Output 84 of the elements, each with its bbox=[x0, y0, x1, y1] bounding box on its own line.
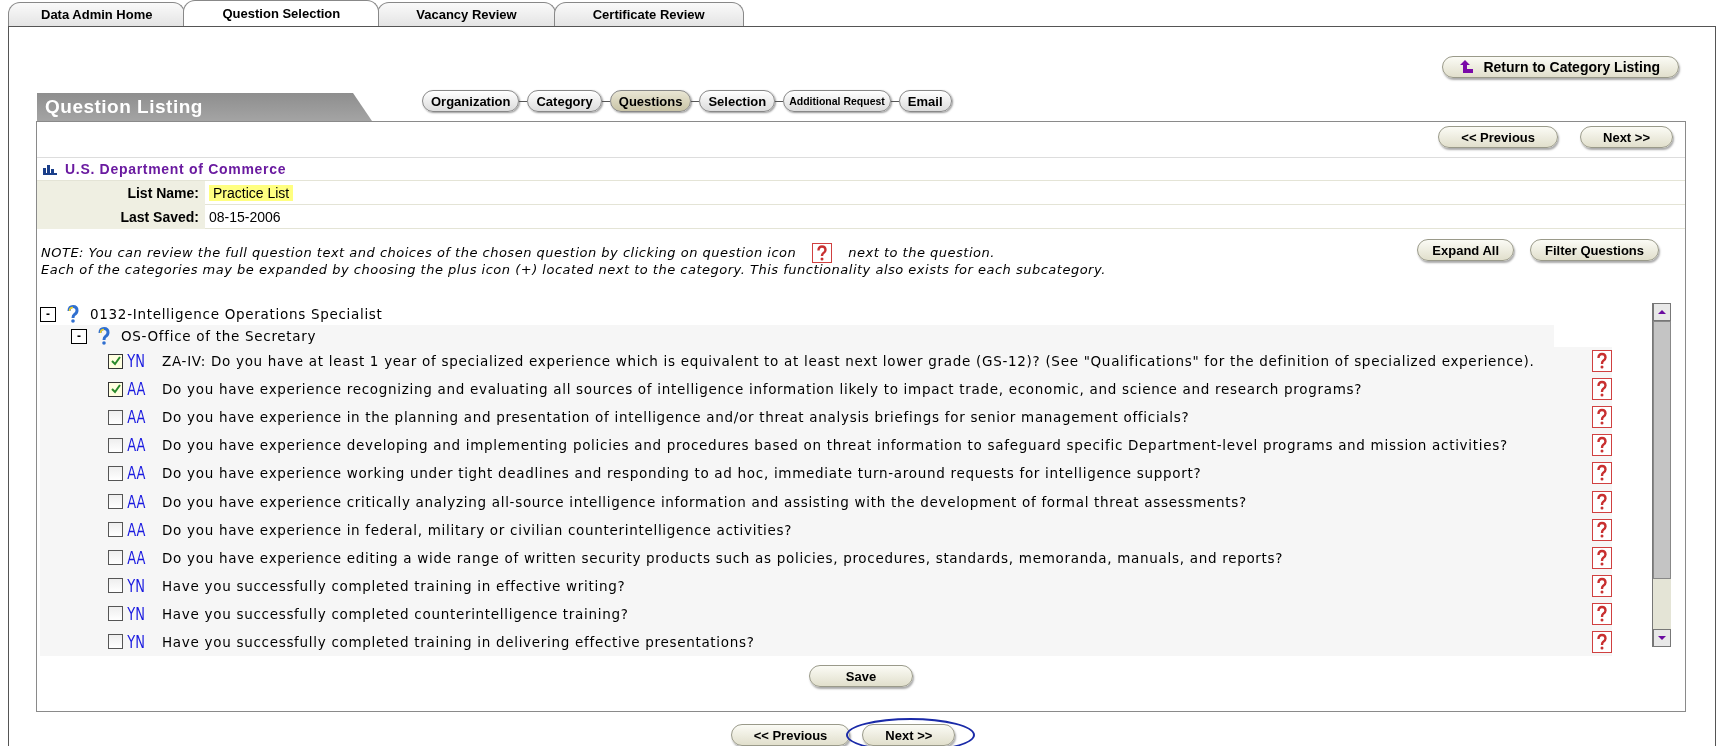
question-text: Do you have experience recognizing and evaluating all sources of intelligence information likely to impact trade, economic, and science and research programs? bbox=[162, 381, 1364, 398]
top-tab[interactable]: Question Selection bbox=[183, 0, 380, 26]
help-icon[interactable] bbox=[1592, 490, 1612, 513]
checkbox[interactable] bbox=[108, 494, 123, 509]
step-tab[interactable]: Email bbox=[898, 90, 952, 112]
question-text: ZA-IV: Do you have at least 1 year of specialized experience which is equivalent to at least next lower grade (GS-12)? (See "Qualifications" for the definition of specialized experience). bbox=[162, 353, 1536, 370]
scroll-up-icon[interactable] bbox=[1653, 303, 1671, 321]
organization-name: U.S. Department of Commerce bbox=[65, 161, 287, 177]
checkbox[interactable] bbox=[108, 353, 123, 369]
checkbox[interactable] bbox=[108, 437, 123, 453]
bar-chart-icon bbox=[43, 163, 57, 175]
subcategory-label: OS-Office of the Secretary bbox=[121, 328, 317, 344]
question-text: Do you have experience in the planning and presentation of intelligence and/or threat analysis briefings for senior management officials? bbox=[162, 409, 1191, 426]
help-icon[interactable] bbox=[1592, 546, 1612, 569]
note-text: Each of the categories may be expanded by choosing the plus icon (+) located next to the category. This functionality also exists for each subcategory. bbox=[41, 262, 1106, 277]
up-arrow-icon bbox=[1459, 59, 1476, 75]
category-label: 0132-Intelligence Operations Specialist bbox=[90, 306, 383, 322]
help-icon[interactable] bbox=[1592, 462, 1612, 485]
previous-button[interactable]: << Previous bbox=[730, 724, 851, 746]
next-button[interactable]: Next >> bbox=[1580, 126, 1673, 148]
step-tab[interactable]: Questions bbox=[609, 90, 692, 112]
question-text: Do you have experience editing a wide range of written security products such as policies, procedures, standards, memoranda, manuals, and reports? bbox=[162, 549, 1285, 566]
checkbox[interactable] bbox=[108, 465, 123, 481]
step-tab[interactable]: Selection bbox=[699, 90, 776, 112]
note-text: next to the question. bbox=[848, 245, 995, 260]
scrollbar[interactable] bbox=[1652, 303, 1671, 647]
question-text: Do you have experience critically analyzing all-source intelligence information and assisting with the development of formal threat assessments? bbox=[162, 493, 1248, 510]
question-text: Have you successfully completed training in delivering effective presentations? bbox=[162, 634, 756, 650]
help-icon bbox=[812, 242, 833, 263]
checkbox[interactable] bbox=[108, 409, 123, 425]
question-type: YN bbox=[126, 632, 146, 652]
action-button[interactable]: Filter Questions bbox=[1530, 239, 1659, 261]
checkbox[interactable] bbox=[108, 550, 123, 566]
help-icon[interactable] bbox=[1592, 378, 1612, 401]
field-label: Last Saved: bbox=[119, 209, 200, 225]
help-icon[interactable] bbox=[1592, 406, 1612, 429]
scroll-thumb[interactable] bbox=[1653, 321, 1671, 579]
question-type: YN bbox=[126, 575, 146, 596]
question-text: Do you have experience working under tight deadlines and responding to ad hoc, immediate turn-around requests for intelligence support? bbox=[162, 465, 1203, 482]
checkbox[interactable] bbox=[108, 578, 123, 594]
question-type: YN bbox=[126, 351, 146, 372]
return-button[interactable]: Return to Category Listing bbox=[1442, 56, 1679, 78]
last-saved-value: 08-15-2006 bbox=[209, 208, 281, 225]
help-icon[interactable] bbox=[1592, 574, 1612, 597]
next-button[interactable]: Next >> bbox=[862, 724, 956, 746]
question-text: Have you successfully completed counterintelligence training? bbox=[162, 605, 630, 622]
question-mark-icon bbox=[97, 327, 111, 345]
checkbox[interactable] bbox=[108, 381, 123, 397]
field-label: List Name: bbox=[126, 185, 200, 201]
checkbox[interactable] bbox=[108, 606, 123, 622]
question-text: Do you have experience developing and implementing policies and procedures based on threat information to safeguard specific Department-level programs and mission activities? bbox=[162, 437, 1509, 454]
question-type: AA bbox=[126, 379, 147, 400]
help-icon[interactable] bbox=[1592, 631, 1612, 653]
question-text: Do you have experience in federal, military or civilian counterintelligence activities? bbox=[162, 521, 794, 538]
help-icon[interactable] bbox=[1592, 518, 1612, 541]
step-tab[interactable]: Category bbox=[527, 90, 602, 112]
top-tab[interactable]: Data Admin Home bbox=[8, 2, 186, 26]
question-type: AA bbox=[126, 407, 147, 428]
action-button[interactable]: Expand All bbox=[1417, 239, 1515, 261]
collapse-toggle[interactable]: - bbox=[40, 306, 56, 322]
question-type: AA bbox=[126, 463, 147, 484]
checkbox[interactable] bbox=[108, 634, 123, 650]
collapse-toggle[interactable]: - bbox=[71, 328, 87, 344]
note-text: NOTE: You can review the full question text and choices of the chosen question by clicking on question icon bbox=[41, 245, 797, 260]
step-tab[interactable]: Organization bbox=[422, 90, 520, 112]
help-icon[interactable] bbox=[1592, 350, 1612, 373]
list-name-value: Practice List bbox=[209, 184, 294, 201]
save-button[interactable]: Save bbox=[808, 665, 914, 687]
help-icon[interactable] bbox=[1592, 602, 1612, 625]
section-title: Question Listing bbox=[37, 93, 372, 121]
question-mark-icon bbox=[66, 305, 80, 323]
top-tab[interactable]: Certificate Review bbox=[553, 2, 744, 26]
previous-button[interactable]: << Previous bbox=[1438, 126, 1558, 148]
question-type: YN bbox=[126, 603, 146, 624]
scroll-down-icon[interactable] bbox=[1653, 629, 1671, 647]
question-type: AA bbox=[126, 547, 147, 568]
question-type: AA bbox=[126, 519, 147, 540]
question-type: AA bbox=[126, 435, 147, 456]
question-text: Have you successfully completed training in effective writing? bbox=[162, 577, 627, 594]
top-tab[interactable]: Vacancy Review bbox=[377, 2, 556, 26]
checkbox[interactable] bbox=[108, 522, 123, 538]
question-type: AA bbox=[126, 491, 147, 512]
help-icon[interactable] bbox=[1592, 434, 1612, 457]
step-tab[interactable]: Additional Request bbox=[783, 90, 891, 112]
